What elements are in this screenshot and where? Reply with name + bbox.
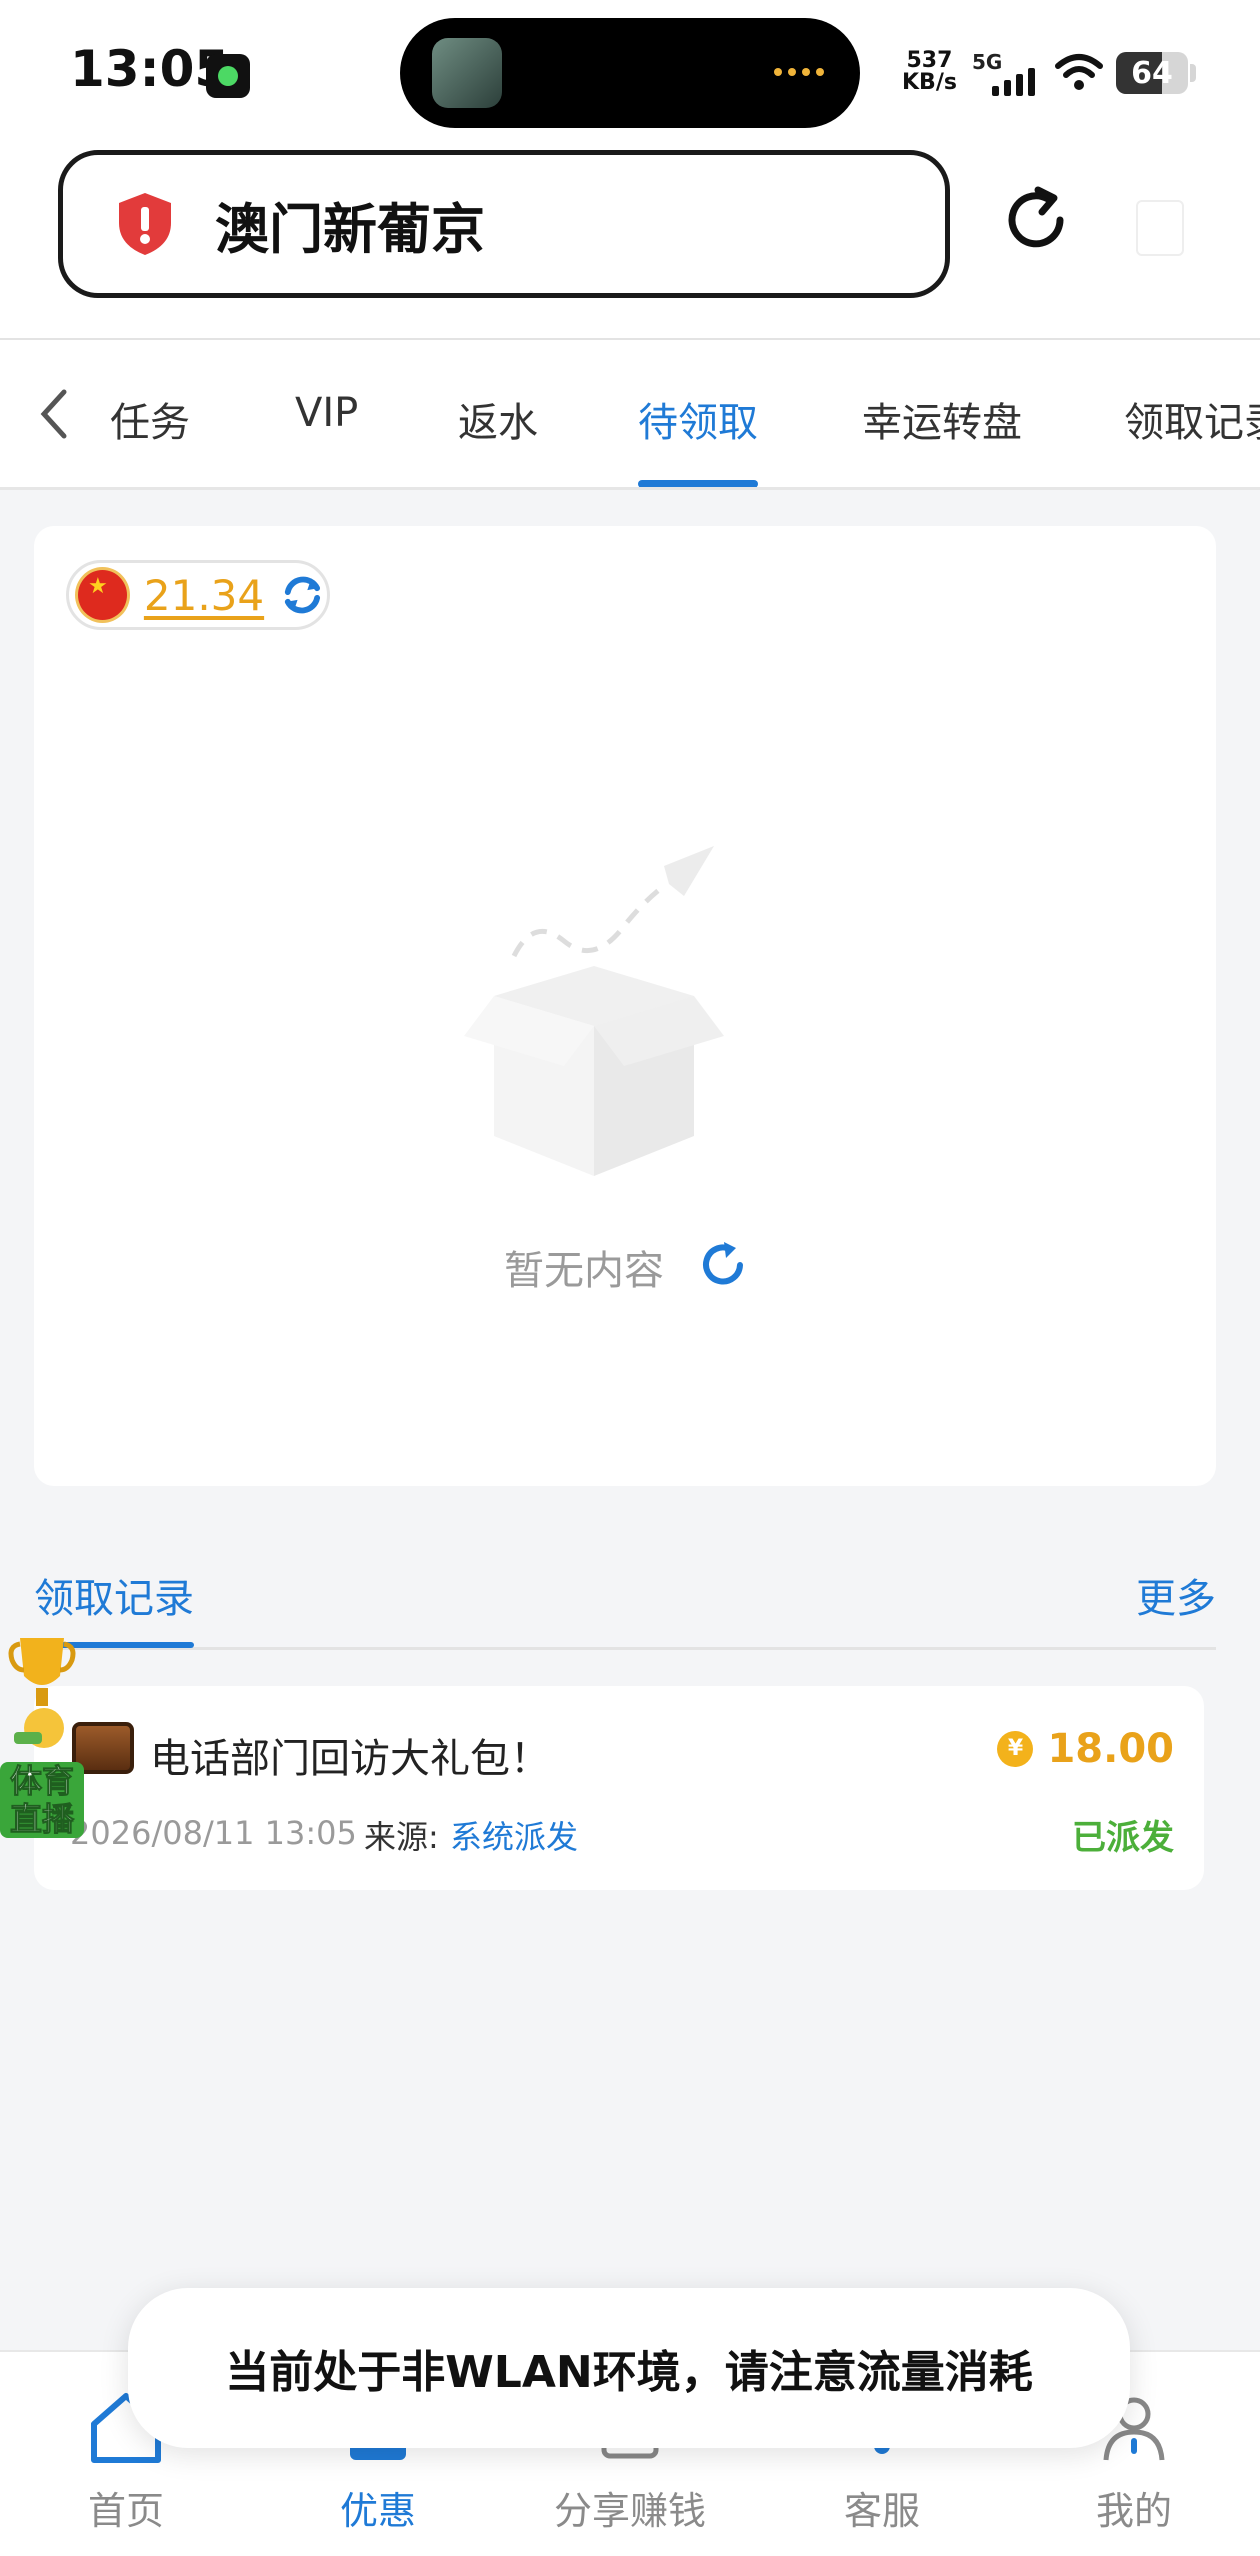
tab-tasks[interactable]: 任务 bbox=[110, 390, 190, 448]
sports-live-badge[interactable]: 体育 直播 bbox=[0, 1632, 84, 1842]
sports-live-label: 体育 直播 bbox=[0, 1762, 84, 1839]
net-speed-value: 537 bbox=[906, 48, 953, 73]
record-time: 2026/08/11 13:05 bbox=[70, 1814, 357, 1852]
nav-share-earn-label: 分享赚钱 bbox=[553, 2489, 706, 2533]
empty-state-text: 暂无内容 bbox=[504, 1248, 664, 1294]
nav-support-label: 客服 bbox=[843, 2489, 920, 2533]
empty-box-illustration bbox=[464, 846, 724, 1176]
net-speed: 537 KB/s bbox=[902, 50, 957, 94]
record-status: 已派发 bbox=[1072, 1818, 1174, 1858]
cellular-signal-icon: 5G bbox=[972, 50, 1042, 96]
tab-active-indicator bbox=[638, 480, 758, 487]
record-item[interactable]: 电话部门回访大礼包！ ¥ 18.00 2026/08/11 13:05 来源: … bbox=[34, 1686, 1204, 1890]
tab-bar: 任务 VIP 返水 待领取 幸运转盘 领取记录 bbox=[0, 340, 1260, 490]
record-amount: ¥ 18.00 bbox=[997, 1726, 1174, 1772]
record-source-label: 来源: bbox=[364, 1818, 439, 1856]
address-bar: 澳门新葡京 bbox=[0, 150, 1260, 340]
music-app-icon bbox=[206, 54, 250, 98]
reload-icon[interactable] bbox=[998, 182, 1074, 258]
records-title[interactable]: 领取记录 bbox=[34, 1566, 194, 1624]
battery-tip bbox=[1190, 64, 1196, 82]
nav-profile-label: 我的 bbox=[1095, 2489, 1172, 2533]
pending-card: 21.34 暂无内容 bbox=[34, 526, 1216, 1486]
records-more-link[interactable]: 更多 bbox=[1136, 1566, 1216, 1624]
url-field[interactable]: 澳门新葡京 bbox=[58, 150, 950, 298]
dynamic-island[interactable] bbox=[400, 18, 860, 128]
balance-pill[interactable]: 21.34 bbox=[66, 560, 330, 630]
yuan-coin-icon: ¥ bbox=[997, 1731, 1034, 1767]
record-amount-value: 18.00 bbox=[1047, 1726, 1174, 1772]
net-speed-unit: KB/s bbox=[902, 70, 957, 95]
tab-pending[interactable]: 待领取 bbox=[638, 390, 758, 448]
tab-lucky-wheel[interactable]: 幸运转盘 bbox=[862, 390, 1022, 448]
record-source: 系统派发 bbox=[450, 1818, 579, 1856]
trophy-icon bbox=[8, 1638, 76, 1748]
balance-value: 21.34 bbox=[143, 570, 265, 620]
sports-live-line1: 体育 bbox=[9, 1762, 74, 1801]
media-thumbnail bbox=[432, 38, 502, 108]
wifi-icon bbox=[1055, 54, 1103, 90]
page-title: 澳门新葡京 bbox=[215, 197, 485, 261]
battery-level: 64 bbox=[1131, 56, 1173, 91]
nav-promotions-label: 优惠 bbox=[339, 2489, 416, 2533]
records-header: 领取记录 更多 bbox=[34, 1560, 1216, 1650]
tab-rebate[interactable]: 返水 bbox=[458, 390, 538, 448]
shield-warning-icon bbox=[119, 193, 171, 255]
refresh-icon[interactable] bbox=[696, 1238, 750, 1292]
china-flag-icon bbox=[75, 567, 130, 623]
tab-vip[interactable]: VIP bbox=[295, 390, 358, 436]
chevron-left-icon[interactable] bbox=[34, 384, 74, 444]
sports-live-line2: 直播 bbox=[9, 1800, 74, 1839]
ellipsis-icon bbox=[774, 68, 824, 76]
tab-claim-records[interactable]: 领取记录 bbox=[1124, 390, 1260, 448]
battery-icon: 64 bbox=[1116, 52, 1188, 94]
record-name: 电话部门回访大礼包！ bbox=[150, 1736, 550, 1782]
tabs-overview-button[interactable] bbox=[1136, 200, 1184, 256]
toast-text: 当前处于非WLAN环境，请注意流量消耗 bbox=[225, 2347, 1033, 2398]
nav-home-label: 首页 bbox=[87, 2489, 164, 2533]
status-bar: 13:05 537 KB/s 5G 64 bbox=[0, 0, 1260, 150]
refresh-balance-icon[interactable] bbox=[278, 570, 327, 620]
network-toast: 当前处于非WLAN环境，请注意流量消耗 bbox=[128, 2288, 1130, 2448]
